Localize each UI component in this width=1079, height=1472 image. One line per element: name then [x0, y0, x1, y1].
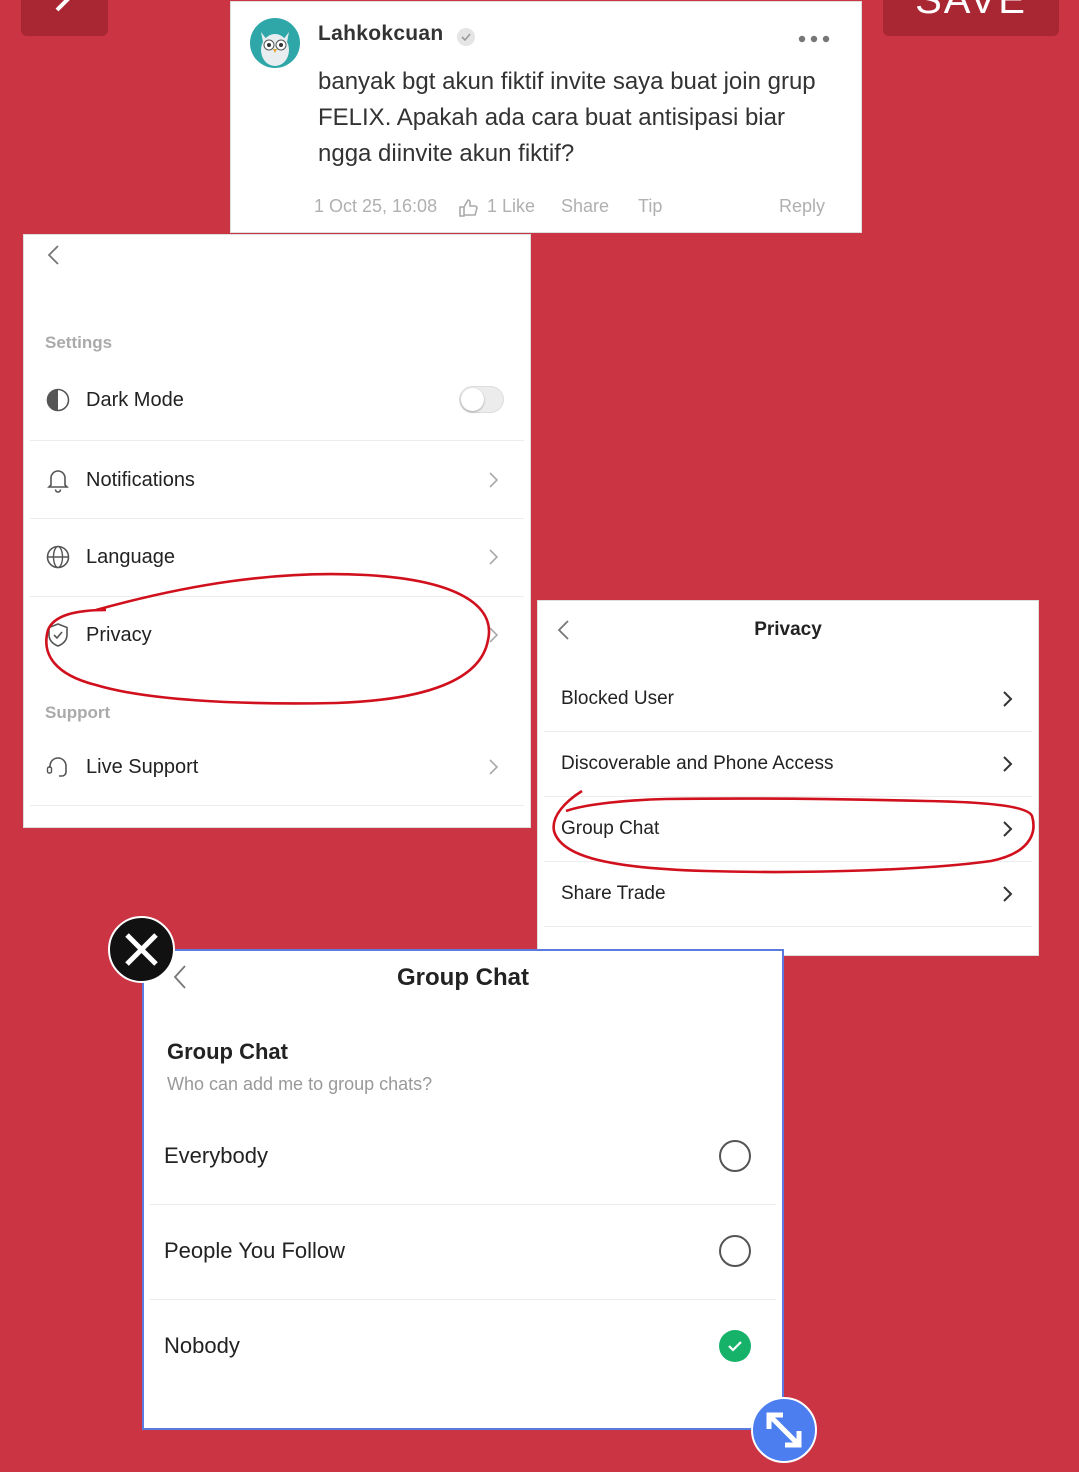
- chevron-right-icon: [1001, 690, 1013, 713]
- privacy-title: Privacy: [754, 619, 822, 640]
- group-chat-header-title: Group Chat: [397, 964, 529, 991]
- bell-icon: [45, 467, 71, 493]
- chevron-right-icon: [487, 758, 499, 776]
- privacy-panel: Privacy Blocked User Discoverable and Ph…: [537, 600, 1039, 956]
- divider: [30, 518, 524, 519]
- option-label: People You Follow: [164, 1238, 346, 1263]
- settings-row-notifications[interactable]: Notifications: [24, 455, 532, 505]
- radio-button[interactable]: [719, 1235, 751, 1267]
- settings-row-label: Live Support: [86, 756, 199, 778]
- divider: [150, 1204, 776, 1205]
- option-nobody[interactable]: Nobody: [144, 1321, 782, 1371]
- privacy-row-discoverable[interactable]: Discoverable and Phone Access: [538, 739, 1038, 789]
- back-chevron-icon[interactable]: [46, 243, 62, 272]
- section-label-settings: Settings: [45, 333, 113, 352]
- dark-mode-toggle[interactable]: [459, 386, 504, 413]
- divider: [544, 926, 1032, 927]
- save-button-label: SAVE: [915, 0, 1027, 22]
- tip-link[interactable]: Tip: [638, 196, 662, 217]
- reply-link[interactable]: Reply: [779, 196, 825, 217]
- owl-avatar-icon: [261, 32, 289, 66]
- divider: [150, 1299, 776, 1300]
- resize-arrows-icon: [766, 1412, 802, 1448]
- comment-text: banyak bgt akun fiktif invite saya buat …: [318, 68, 816, 167]
- shield-icon: [45, 622, 71, 648]
- arrow-left-icon: [55, 0, 70, 12]
- chevron-right-icon: [1001, 820, 1013, 843]
- chevron-right-icon: [1001, 755, 1013, 778]
- contrast-icon: [45, 387, 71, 413]
- option-everybody[interactable]: Everybody: [144, 1131, 782, 1181]
- divider: [544, 731, 1032, 732]
- chevron-right-icon: [487, 471, 499, 489]
- divider: [30, 440, 524, 441]
- group-chat-question: Who can add me to group chats?: [167, 1074, 433, 1094]
- privacy-row-label: Share Trade: [561, 883, 666, 904]
- settings-row-label: Notifications: [86, 469, 195, 491]
- divider: [30, 596, 524, 597]
- chevron-right-icon: [487, 626, 499, 644]
- radio-button[interactable]: [719, 1140, 751, 1172]
- chevron-right-icon: [1001, 885, 1013, 908]
- editor-back-button[interactable]: [21, 0, 108, 36]
- settings-row-label: Dark Mode: [86, 389, 184, 411]
- share-link[interactable]: Share: [561, 196, 609, 217]
- settings-row-live-support[interactable]: Live Support: [24, 742, 532, 792]
- comment-card: Lahkokcuan banyak bgt akun fiktif invite…: [230, 1, 862, 233]
- settings-row-dark-mode: Dark Mode: [24, 375, 532, 425]
- group-chat-panel: Group Chat Group Chat Who can add me to …: [142, 949, 784, 1430]
- comment-username[interactable]: Lahkokcuan: [318, 22, 444, 46]
- divider: [30, 805, 524, 806]
- resize-sticker-button[interactable]: [751, 1397, 817, 1463]
- privacy-row-share-trade[interactable]: Share Trade: [538, 869, 1038, 919]
- chevron-right-icon: [487, 548, 499, 566]
- settings-row-language[interactable]: Language: [24, 532, 532, 582]
- close-icon: [125, 933, 158, 966]
- remove-sticker-button[interactable]: [108, 916, 175, 983]
- radio-button-selected[interactable]: [719, 1330, 751, 1362]
- like-count[interactable]: 1 Like: [487, 196, 535, 217]
- privacy-row-group-chat[interactable]: Group Chat: [538, 804, 1038, 854]
- section-label-support: Support: [45, 703, 111, 722]
- option-people-you-follow[interactable]: People You Follow: [144, 1226, 782, 1276]
- settings-row-label: Language: [86, 546, 175, 568]
- divider: [544, 861, 1032, 862]
- comment-timestamp: 1 Oct 25, 16:08: [314, 196, 438, 216]
- headset-icon: [45, 754, 71, 780]
- globe-icon: [45, 544, 71, 570]
- privacy-row-label: Discoverable and Phone Access: [561, 753, 834, 774]
- option-label: Nobody: [164, 1333, 240, 1358]
- privacy-row-blocked-user[interactable]: Blocked User: [538, 674, 1038, 724]
- group-chat-section-title: Group Chat: [167, 1039, 288, 1064]
- avatar[interactable]: [250, 18, 300, 68]
- thumbs-up-icon[interactable]: [458, 198, 478, 223]
- checkmark-icon: [728, 1341, 742, 1352]
- verified-badge-icon: [457, 28, 475, 46]
- settings-row-label: Privacy: [86, 624, 152, 646]
- privacy-row-label: Group Chat: [561, 818, 660, 839]
- settings-row-privacy[interactable]: Privacy: [24, 610, 532, 660]
- save-button[interactable]: SAVE: [883, 0, 1059, 36]
- privacy-row-label: Blocked User: [561, 688, 674, 709]
- divider: [544, 796, 1032, 797]
- settings-panel: Settings Dark Mode Notifications Languag…: [23, 234, 531, 828]
- option-label: Everybody: [164, 1143, 268, 1168]
- more-options-icon[interactable]: [797, 26, 831, 44]
